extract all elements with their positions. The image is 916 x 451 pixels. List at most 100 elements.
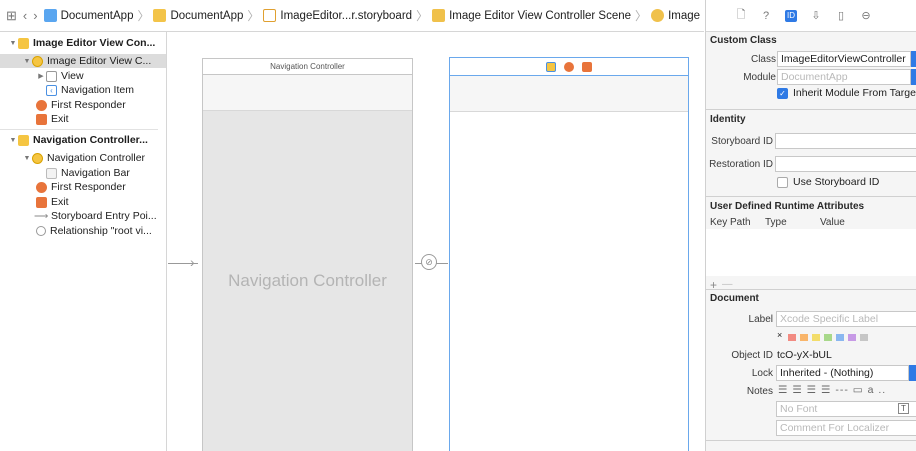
scene-icon <box>18 134 29 146</box>
jump-bar: ⊞ ‹ › DocumentApp 〉 DocumentApp 〉 ImageE… <box>0 0 704 32</box>
disclosure-triangle-icon[interactable]: ▼ <box>8 40 18 47</box>
module-label: Module <box>743 72 776 83</box>
outline-row-storyboard-entry[interactable]: ⟶ Storyboard Entry Poi... <box>34 209 157 223</box>
label-color-swatch[interactable] <box>788 334 796 341</box>
inherit-module-checkbox[interactable]: ✓ <box>777 88 788 99</box>
outline-row-scene[interactable]: ▼ Navigation Controller... <box>8 133 148 147</box>
first-responder-icon[interactable] <box>564 61 574 72</box>
relationship-segue-icon[interactable]: ⊘ <box>421 254 437 270</box>
outline-row-first-responder[interactable]: First Responder <box>36 98 126 112</box>
scene-dock <box>450 58 688 76</box>
section-custom-class: Custom Class <box>710 35 777 46</box>
section-runtime-attributes: User Defined Runtime Attributes <box>710 201 865 212</box>
use-storyboard-id-checkbox[interactable] <box>777 177 788 188</box>
breadcrumb-scene[interactable]: Image Editor View Controller Scene <box>432 9 631 22</box>
module-field[interactable]: DocumentApp <box>777 69 911 85</box>
section-identity: Identity <box>710 114 746 125</box>
label-color-swatch[interactable] <box>848 334 856 341</box>
breadcrumb-folder[interactable]: DocumentApp <box>153 9 243 22</box>
size-inspector-icon[interactable]: ▯ <box>835 10 847 22</box>
section-document: Document <box>710 293 759 304</box>
label-color-swatch[interactable] <box>800 334 808 341</box>
module-dropdown-button[interactable] <box>911 69 916 85</box>
forward-chevron-icon[interactable]: › <box>33 8 37 24</box>
outline-row-navigation-controller[interactable]: ▼ Navigation Controller <box>22 151 146 165</box>
outline-divider <box>0 129 158 130</box>
lock-dropdown-button[interactable] <box>909 365 916 381</box>
navigation-controller-icon <box>32 152 43 164</box>
outline-row-exit[interactable]: Exit <box>36 112 69 126</box>
storyboard-icon <box>263 9 277 22</box>
clear-color-label-button[interactable]: × <box>777 330 782 340</box>
disclosure-triangle-icon[interactable]: ▼ <box>22 58 32 65</box>
outline-row-relationship[interactable]: Relationship "root vi... <box>36 224 152 238</box>
view-controller-icon[interactable] <box>546 61 556 72</box>
object-id-value: tcO-yX-bUL <box>777 349 832 361</box>
disclosure-triangle-icon[interactable]: ▼ <box>8 137 18 144</box>
navigation-item-icon: ‹ <box>46 84 57 96</box>
xcode-label-field[interactable]: Xcode Specific Label <box>776 311 916 327</box>
breadcrumb-view-controller[interactable]: Image Editor View Controller <box>651 9 704 22</box>
outline-row-first-responder[interactable]: First Responder <box>36 180 126 194</box>
notes-font-field[interactable]: No Font <box>776 401 916 417</box>
disclosure-triangle-icon[interactable]: ▼ <box>22 155 32 162</box>
label-color-swatch[interactable] <box>812 334 820 341</box>
navigation-bar[interactable] <box>203 75 412 111</box>
file-inspector-icon[interactable]: 🗋 <box>735 9 747 22</box>
breadcrumb-storyboard[interactable]: ImageEditor...r.storyboard <box>263 9 412 22</box>
column-type[interactable]: Type <box>765 217 787 228</box>
view-icon <box>46 70 57 82</box>
outline-row-scene[interactable]: ▼ Image Editor View Con... <box>8 36 156 50</box>
navigation-controller-scene[interactable]: Navigation Controller Navigation Control… <box>202 58 413 451</box>
object-id-label: Object ID <box>731 350 773 361</box>
breadcrumb-separator: 〉 <box>137 9 150 23</box>
section-divider <box>706 289 916 290</box>
first-responder-icon <box>36 181 47 193</box>
section-divider <box>706 109 916 110</box>
outline-row-view-controller[interactable]: ▼ Image Editor View C... <box>0 54 166 68</box>
related-items-icon[interactable]: ⊞ <box>6 8 17 24</box>
inherit-module-label: Inherit Module From Target <box>793 87 916 99</box>
font-picker-icon[interactable]: T <box>898 403 909 414</box>
notes-label: Notes <box>746 386 773 397</box>
section-divider <box>706 440 916 441</box>
storyboard-id-label: Storyboard ID <box>711 136 773 147</box>
localizer-comment-field[interactable]: Comment For Localizer <box>776 420 916 436</box>
restoration-id-field[interactable] <box>775 156 916 172</box>
label-color-swatch[interactable] <box>860 334 868 341</box>
breadcrumb-separator: 〉 <box>247 9 260 23</box>
lock-label: Lock <box>751 368 773 379</box>
outline-row-navigation-bar[interactable]: Navigation Bar <box>46 166 130 180</box>
image-editor-scene[interactable] <box>449 57 689 451</box>
disclosure-triangle-icon[interactable]: ▶ <box>36 72 46 80</box>
view-controller-icon <box>651 9 665 22</box>
exit-icon <box>36 196 47 208</box>
breadcrumb-separator: 〉 <box>635 9 648 23</box>
breadcrumb-project[interactable]: DocumentApp <box>43 9 133 22</box>
runtime-attributes-table[interactable] <box>706 229 916 276</box>
column-value[interactable]: Value <box>820 217 845 228</box>
document-outline: ▼ Image Editor View Con... ▼ Image Edito… <box>0 32 167 451</box>
connections-inspector-icon[interactable]: ⊖ <box>860 10 872 22</box>
attributes-inspector-icon[interactable]: ⇩ <box>810 10 822 22</box>
navigation-bar[interactable] <box>450 76 688 112</box>
identity-inspector-icon[interactable]: ID <box>785 9 797 22</box>
column-key-path[interactable]: Key Path <box>710 217 751 228</box>
class-dropdown-button[interactable] <box>911 51 916 67</box>
storyboard-canvas[interactable]: › Navigation Controller Navigation Contr… <box>168 32 704 451</box>
lock-popup[interactable]: Inherited - (Nothing) <box>776 365 909 381</box>
help-icon[interactable]: ? <box>760 10 772 22</box>
class-label: Class <box>750 54 776 65</box>
label-color-swatch[interactable] <box>824 334 832 341</box>
storyboard-id-field[interactable] <box>775 133 916 149</box>
restoration-id-label: Restoration ID <box>709 159 773 170</box>
outline-row-navigation-item[interactable]: ‹ Navigation Item <box>46 83 134 97</box>
scene-icon <box>432 9 446 22</box>
back-chevron-icon[interactable]: ‹ <box>23 8 27 24</box>
label-color-swatch[interactable] <box>836 334 844 341</box>
notes-alignment-buttons[interactable]: ☰ ☰ ☰ ☰ --- ▭ a .. <box>778 384 886 396</box>
outline-row-view[interactable]: ▶ View <box>36 69 83 83</box>
outline-row-exit[interactable]: Exit <box>36 195 69 209</box>
class-field[interactable]: ImageEditorViewController <box>777 51 911 67</box>
exit-icon[interactable] <box>582 61 592 72</box>
